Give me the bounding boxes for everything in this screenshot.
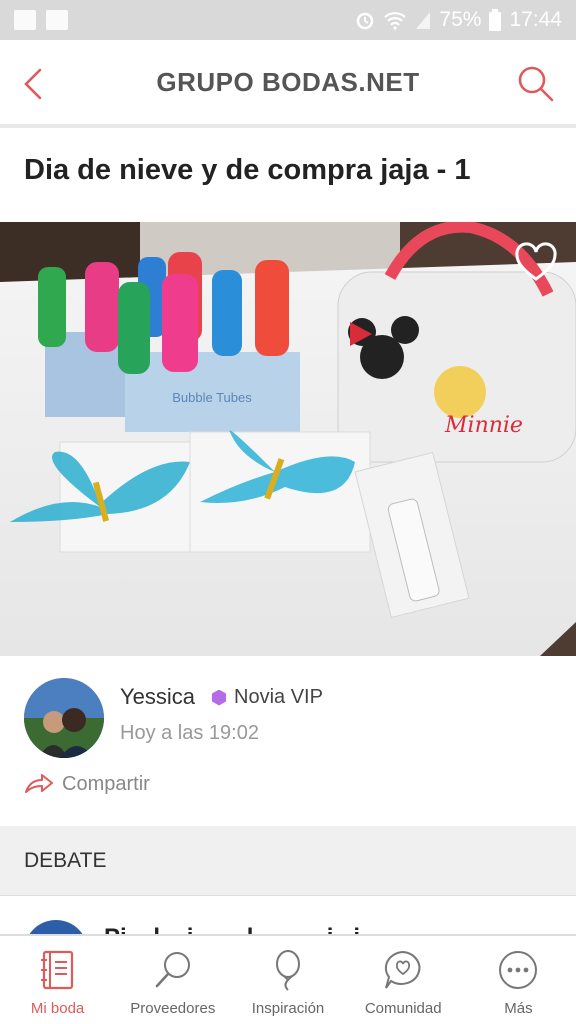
tab-comunidad[interactable]: Comunidad [346, 936, 461, 1024]
hexagon-badge-icon [212, 689, 226, 706]
avatar[interactable] [24, 678, 104, 758]
notebook-icon [40, 950, 73, 990]
tab-label: Comunidad [364, 1000, 442, 1017]
chat-heart-icon [385, 950, 421, 989]
share-arrow-icon [25, 774, 53, 793]
couple-photo [24, 678, 104, 758]
product-label: Bubble Tubes [172, 390, 252, 405]
alarm-icon [357, 12, 374, 30]
tab-label: Mi boda [30, 1000, 85, 1017]
share-label: Compartir [62, 772, 150, 795]
page-title: GRUPO BODAS.NET [156, 66, 420, 97]
chevron-left-icon [24, 68, 42, 100]
share-button[interactable]: Compartir [24, 772, 150, 796]
wifi-icon [384, 12, 407, 30]
heart-icon [515, 242, 557, 281]
tab-label: Proveedores [130, 1000, 216, 1017]
favorite-button[interactable] [514, 242, 558, 286]
battery-percent: 75% [439, 8, 482, 31]
status-badge: Novia VIP [212, 686, 323, 709]
app-notification-icon [46, 10, 68, 30]
post-photo[interactable]: Bubble Tubes Minnie [0, 222, 576, 656]
back-button[interactable] [18, 62, 58, 106]
tab-inspiracion[interactable]: Inspiración [230, 936, 345, 1024]
magnifier-icon [155, 952, 190, 988]
signal-icon [416, 12, 431, 29]
tab-label: Más [504, 1000, 533, 1017]
bottom-tab-bar: Mi boda Proveedores Inspiración Comunida… [0, 934, 576, 1024]
tab-label: Inspiración [251, 1000, 325, 1017]
photo-illustration: Bubble Tubes Minnie [0, 222, 576, 656]
battery-icon [489, 9, 502, 31]
more-dots-icon [499, 951, 538, 989]
status-bar: 75% 17:44 [0, 0, 576, 40]
debate-section-header: DEBATE [0, 826, 576, 896]
tab-proveedores[interactable]: Proveedores [115, 936, 230, 1024]
gallery-notification-icon [14, 10, 36, 30]
clock: 17:44 [509, 8, 562, 31]
butterfly-decorations [10, 430, 371, 553]
app-header: GRUPO BODAS.NET [0, 40, 576, 128]
tab-mas[interactable]: Más [461, 936, 576, 1024]
balloon-icon [276, 950, 300, 991]
author-name[interactable]: Yessica [120, 684, 195, 710]
debate-label: DEBATE [24, 848, 107, 872]
tab-mi-boda[interactable]: Mi boda [0, 936, 115, 1024]
post-title: Dia de nieve y de compra jaja - 1 [24, 154, 471, 186]
search-button[interactable] [514, 62, 558, 106]
badge-label: Novia VIP [234, 686, 323, 708]
list-item[interactable]: Pi... l... i... ... l... ... ...i...i... [0, 896, 576, 936]
search-icon [518, 66, 554, 102]
post-timestamp: Hoy a las 19:02 [120, 722, 259, 744]
bag-label: Minnie [444, 413, 523, 438]
